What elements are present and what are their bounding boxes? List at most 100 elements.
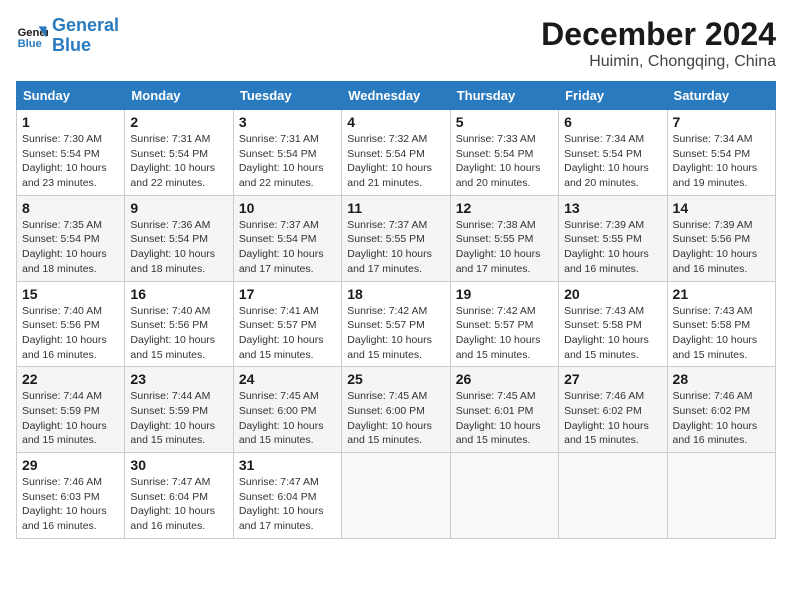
days-header-row: SundayMondayTuesdayWednesdayThursdayFrid… xyxy=(17,82,776,110)
week-row-4: 22 Sunrise: 7:44 AM Sunset: 5:59 PM Dayli… xyxy=(17,367,776,453)
day-header-saturday: Saturday xyxy=(667,82,775,110)
day-info: Sunrise: 7:46 AM Sunset: 6:03 PM Dayligh… xyxy=(22,475,119,534)
day-header-monday: Monday xyxy=(125,82,233,110)
calendar-cell: 6Sunrise: 7:34 AM Sunset: 5:54 PM Daylig… xyxy=(559,110,667,196)
day-number: 23 xyxy=(130,371,227,387)
calendar-cell: 16 Sunrise: 7:40 AM Sunset: 5:56 PM Dayli… xyxy=(125,281,233,367)
calendar-cell: 13Sunrise: 7:39 AM Sunset: 5:55 PM Dayli… xyxy=(559,195,667,281)
day-header-friday: Friday xyxy=(559,82,667,110)
day-info: Sunrise: 7:34 AM Sunset: 5:54 PM Dayligh… xyxy=(564,132,661,191)
calendar-cell xyxy=(559,453,667,539)
day-info: Sunrise: 7:44 AM Sunset: 5:59 PM Dayligh… xyxy=(130,389,227,448)
calendar-cell: 7 Sunrise: 7:34 AM Sunset: 5:54 PM Daylig… xyxy=(667,110,775,196)
calendar-cell: 3Sunrise: 7:31 AM Sunset: 5:54 PM Daylig… xyxy=(233,110,341,196)
day-info: Sunrise: 7:47 AM Sunset: 6:04 PM Dayligh… xyxy=(130,475,227,534)
calendar-cell xyxy=(667,453,775,539)
calendar-table: SundayMondayTuesdayWednesdayThursdayFrid… xyxy=(16,81,776,539)
calendar-cell: 8 Sunrise: 7:35 AM Sunset: 5:54 PM Daylig… xyxy=(17,195,125,281)
day-info: Sunrise: 7:39 AM Sunset: 5:55 PM Dayligh… xyxy=(564,218,661,277)
day-info: Sunrise: 7:40 AM Sunset: 5:56 PM Dayligh… xyxy=(130,304,227,363)
calendar-cell: 28 Sunrise: 7:46 AM Sunset: 6:02 PM Dayli… xyxy=(667,367,775,453)
calendar-cell: 18 Sunrise: 7:42 AM Sunset: 5:57 PM Dayli… xyxy=(342,281,450,367)
day-number: 25 xyxy=(347,371,444,387)
svg-text:Blue: Blue xyxy=(18,38,42,50)
month-title: December 2024 xyxy=(541,16,776,53)
logo-blue: Blue xyxy=(52,35,91,55)
calendar-cell: 5Sunrise: 7:33 AM Sunset: 5:54 PM Daylig… xyxy=(450,110,558,196)
week-row-1: 1Sunrise: 7:30 AM Sunset: 5:54 PM Daylig… xyxy=(17,110,776,196)
calendar-cell: 27 Sunrise: 7:46 AM Sunset: 6:02 PM Dayli… xyxy=(559,367,667,453)
day-number: 19 xyxy=(456,286,553,302)
day-info: Sunrise: 7:44 AM Sunset: 5:59 PM Dayligh… xyxy=(22,389,119,448)
calendar-cell xyxy=(450,453,558,539)
page-header: General Blue General Blue December 2024 … xyxy=(16,16,776,71)
day-header-wednesday: Wednesday xyxy=(342,82,450,110)
day-number: 11 xyxy=(347,200,444,216)
calendar-cell: 10Sunrise: 7:37 AM Sunset: 5:54 PM Dayli… xyxy=(233,195,341,281)
calendar-cell xyxy=(342,453,450,539)
day-info: Sunrise: 7:45 AM Sunset: 6:00 PM Dayligh… xyxy=(347,389,444,448)
day-number: 5 xyxy=(456,114,553,130)
calendar-cell: 23 Sunrise: 7:44 AM Sunset: 5:59 PM Dayli… xyxy=(125,367,233,453)
day-number: 16 xyxy=(130,286,227,302)
day-number: 30 xyxy=(130,457,227,473)
calendar-cell: 15 Sunrise: 7:40 AM Sunset: 5:56 PM Dayli… xyxy=(17,281,125,367)
day-info: Sunrise: 7:46 AM Sunset: 6:02 PM Dayligh… xyxy=(564,389,661,448)
day-number: 7 xyxy=(673,114,770,130)
day-number: 28 xyxy=(673,371,770,387)
day-number: 27 xyxy=(564,371,661,387)
day-header-tuesday: Tuesday xyxy=(233,82,341,110)
logo-general: General xyxy=(52,15,119,35)
day-info: Sunrise: 7:42 AM Sunset: 5:57 PM Dayligh… xyxy=(347,304,444,363)
day-info: Sunrise: 7:36 AM Sunset: 5:54 PM Dayligh… xyxy=(130,218,227,277)
calendar-cell: 19 Sunrise: 7:42 AM Sunset: 5:57 PM Dayli… xyxy=(450,281,558,367)
calendar-cell: 30 Sunrise: 7:47 AM Sunset: 6:04 PM Dayli… xyxy=(125,453,233,539)
day-header-thursday: Thursday xyxy=(450,82,558,110)
calendar-cell: 20Sunrise: 7:43 AM Sunset: 5:58 PM Dayli… xyxy=(559,281,667,367)
calendar-cell: 24Sunrise: 7:45 AM Sunset: 6:00 PM Dayli… xyxy=(233,367,341,453)
day-number: 14 xyxy=(673,200,770,216)
day-info: Sunrise: 7:30 AM Sunset: 5:54 PM Dayligh… xyxy=(22,132,119,191)
calendar-cell: 21 Sunrise: 7:43 AM Sunset: 5:58 PM Dayli… xyxy=(667,281,775,367)
day-number: 29 xyxy=(22,457,119,473)
calendar-cell: 9 Sunrise: 7:36 AM Sunset: 5:54 PM Daylig… xyxy=(125,195,233,281)
day-info: Sunrise: 7:32 AM Sunset: 5:54 PM Dayligh… xyxy=(347,132,444,191)
day-info: Sunrise: 7:43 AM Sunset: 5:58 PM Dayligh… xyxy=(673,304,770,363)
day-number: 3 xyxy=(239,114,336,130)
day-number: 22 xyxy=(22,371,119,387)
day-number: 8 xyxy=(22,200,119,216)
day-number: 12 xyxy=(456,200,553,216)
day-number: 21 xyxy=(673,286,770,302)
location: Huimin, Chongqing, China xyxy=(541,53,776,71)
day-info: Sunrise: 7:46 AM Sunset: 6:02 PM Dayligh… xyxy=(673,389,770,448)
day-number: 9 xyxy=(130,200,227,216)
day-info: Sunrise: 7:47 AM Sunset: 6:04 PM Dayligh… xyxy=(239,475,336,534)
day-header-sunday: Sunday xyxy=(17,82,125,110)
day-number: 15 xyxy=(22,286,119,302)
calendar-cell: 12 Sunrise: 7:38 AM Sunset: 5:55 PM Dayli… xyxy=(450,195,558,281)
day-number: 17 xyxy=(239,286,336,302)
day-info: Sunrise: 7:35 AM Sunset: 5:54 PM Dayligh… xyxy=(22,218,119,277)
day-info: Sunrise: 7:37 AM Sunset: 5:54 PM Dayligh… xyxy=(239,218,336,277)
day-info: Sunrise: 7:38 AM Sunset: 5:55 PM Dayligh… xyxy=(456,218,553,277)
day-number: 31 xyxy=(239,457,336,473)
day-info: Sunrise: 7:37 AM Sunset: 5:55 PM Dayligh… xyxy=(347,218,444,277)
calendar-cell: 1Sunrise: 7:30 AM Sunset: 5:54 PM Daylig… xyxy=(17,110,125,196)
week-row-3: 15 Sunrise: 7:40 AM Sunset: 5:56 PM Dayli… xyxy=(17,281,776,367)
day-info: Sunrise: 7:31 AM Sunset: 5:54 PM Dayligh… xyxy=(130,132,227,191)
day-number: 24 xyxy=(239,371,336,387)
calendar-cell: 14 Sunrise: 7:39 AM Sunset: 5:56 PM Dayli… xyxy=(667,195,775,281)
week-row-5: 29 Sunrise: 7:46 AM Sunset: 6:03 PM Dayli… xyxy=(17,453,776,539)
calendar-cell: 26Sunrise: 7:45 AM Sunset: 6:01 PM Dayli… xyxy=(450,367,558,453)
day-number: 4 xyxy=(347,114,444,130)
day-info: Sunrise: 7:42 AM Sunset: 5:57 PM Dayligh… xyxy=(456,304,553,363)
calendar-cell: 17 Sunrise: 7:41 AM Sunset: 5:57 PM Dayli… xyxy=(233,281,341,367)
day-info: Sunrise: 7:39 AM Sunset: 5:56 PM Dayligh… xyxy=(673,218,770,277)
day-info: Sunrise: 7:40 AM Sunset: 5:56 PM Dayligh… xyxy=(22,304,119,363)
day-info: Sunrise: 7:41 AM Sunset: 5:57 PM Dayligh… xyxy=(239,304,336,363)
day-info: Sunrise: 7:34 AM Sunset: 5:54 PM Dayligh… xyxy=(673,132,770,191)
day-number: 20 xyxy=(564,286,661,302)
day-number: 2 xyxy=(130,114,227,130)
day-number: 18 xyxy=(347,286,444,302)
calendar-cell: 11 Sunrise: 7:37 AM Sunset: 5:55 PM Dayli… xyxy=(342,195,450,281)
